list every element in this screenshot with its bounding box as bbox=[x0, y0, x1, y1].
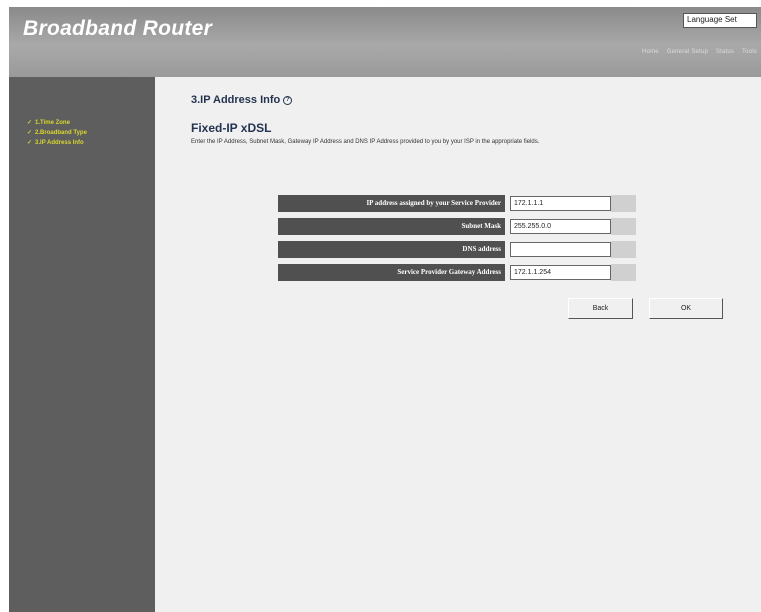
brand-title: Broadband Router bbox=[23, 17, 213, 40]
page-subtitle: Fixed-IP xDSL bbox=[191, 121, 272, 135]
header-banner: Broadband Router Language Set Home Gener… bbox=[9, 7, 761, 77]
checkmark-icon: ✓ bbox=[27, 140, 33, 146]
sidebar-item-broadband-type[interactable]: ✓ 2.Broadband Type bbox=[27, 129, 87, 136]
checkmark-icon: ✓ bbox=[27, 130, 33, 136]
dns-address-row: DNS address bbox=[278, 241, 636, 258]
ip-address-row: IP address assigned by your Service Prov… bbox=[278, 195, 636, 212]
router-setup-page: Broadband Router Language Set Home Gener… bbox=[0, 0, 761, 612]
language-select-label: Language Set bbox=[687, 15, 737, 24]
sidebar-item-ip-address-info[interactable]: ✓ 3.IP Address Info bbox=[27, 139, 84, 146]
help-icon[interactable]: ? bbox=[283, 95, 293, 105]
sidebar-item-time-zone[interactable]: ✓ 1.Time Zone bbox=[27, 119, 70, 126]
top-nav-general-setup[interactable]: General Setup bbox=[667, 49, 708, 55]
subnet-mask-label: Subnet Mask bbox=[278, 218, 505, 235]
gateway-address-row: Service Provider Gateway Address 172.1.1… bbox=[278, 264, 636, 281]
checkmark-icon: ✓ bbox=[27, 120, 33, 126]
ok-button[interactable]: OK bbox=[649, 298, 723, 319]
dns-address-side-cell bbox=[611, 241, 636, 258]
sidebar-item-label: 2.Broadband Type bbox=[35, 130, 87, 136]
gateway-address-label: Service Provider Gateway Address bbox=[278, 264, 505, 281]
dns-address-field[interactable] bbox=[510, 242, 611, 257]
sidebar: ✓ 1.Time Zone ✓ 2.Broadband Type ✓ 3.IP Add… bbox=[9, 77, 155, 612]
language-select[interactable]: Language Set bbox=[683, 13, 757, 28]
top-nav-status[interactable]: Status bbox=[716, 49, 734, 55]
ip-address-field[interactable]: 172.1.1.1 bbox=[510, 196, 611, 211]
top-nav: Home General Setup Status Tools bbox=[636, 49, 757, 55]
gateway-address-side-cell bbox=[611, 264, 636, 281]
top-nav-home[interactable]: Home bbox=[642, 49, 659, 55]
ip-address-label: IP address assigned by your Service Prov… bbox=[278, 195, 505, 212]
dns-address-label: DNS address bbox=[278, 241, 505, 258]
top-nav-tools[interactable]: Tools bbox=[742, 49, 757, 55]
section-title-text: 3.IP Address Info bbox=[191, 94, 281, 106]
sidebar-item-label: 3.IP Address Info bbox=[35, 140, 84, 146]
subnet-mask-side-cell bbox=[611, 218, 636, 235]
section-title: 3.IP Address Info? bbox=[191, 94, 293, 106]
back-button[interactable]: Back bbox=[568, 298, 633, 319]
description-text: Enter the IP Address, Subnet Mask, Gatew… bbox=[191, 139, 540, 145]
subnet-mask-field[interactable]: 255.255.0.0 bbox=[510, 219, 611, 234]
gateway-address-field[interactable]: 172.1.1.254 bbox=[510, 265, 611, 280]
ip-address-side-cell bbox=[611, 195, 636, 212]
subnet-mask-row: Subnet Mask 255.255.0.0 bbox=[278, 218, 636, 235]
sidebar-item-label: 1.Time Zone bbox=[35, 120, 70, 126]
main-content: 3.IP Address Info? Fixed-IP xDSL Enter t… bbox=[155, 77, 761, 612]
